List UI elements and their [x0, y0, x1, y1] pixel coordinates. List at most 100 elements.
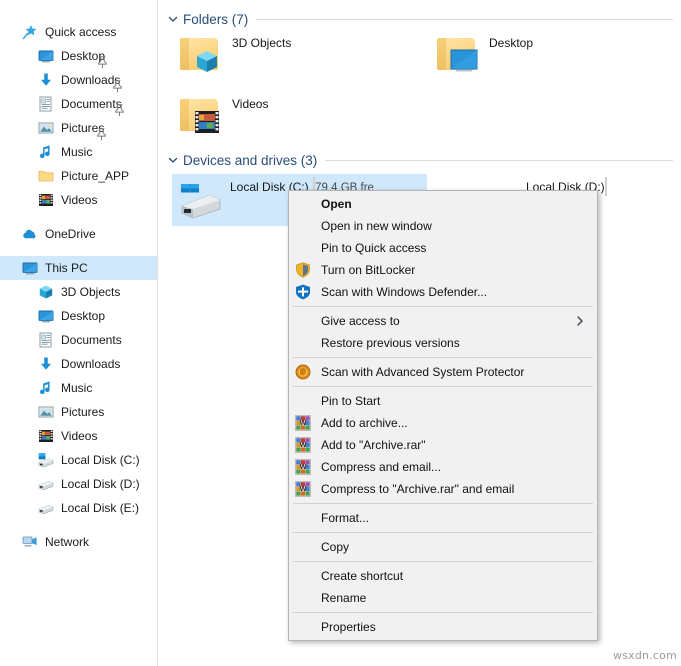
sidebar-item-3d-objects[interactable]: 3D Objects [0, 280, 157, 304]
menu-item-scan-with-windows-defender[interactable]: Scan with Windows Defender... [289, 281, 597, 303]
watermark-text: wsxdn.com [613, 649, 677, 662]
winrar-icon: W [295, 459, 311, 475]
sidebar-item-label: Documents [61, 333, 122, 347]
folders-group-title: Folders (7) [183, 11, 249, 27]
sidebar-item-label: Videos [61, 193, 98, 207]
menu-separator [293, 306, 593, 307]
menu-item-create-shortcut[interactable]: Create shortcut [289, 565, 597, 587]
blank-icon [295, 619, 311, 635]
menu-item-add-to-archiverar[interactable]: W Add to "Archive.rar" [289, 434, 597, 456]
sidebar-item-label: Documents [61, 97, 122, 111]
sidebar-item-onedrive[interactable]: OneDrive [0, 222, 157, 246]
menu-item-label: Pin to Start [321, 394, 381, 408]
menu-item-give-access-to[interactable]: Give access to [289, 310, 597, 332]
drives-group-title: Devices and drives (3) [183, 152, 318, 168]
menu-item-open-in-new-window[interactable]: Open in new window [289, 215, 597, 237]
sidebar-item-label: Local Disk (D:) [61, 477, 140, 491]
sidebar-item-label: Quick access [45, 25, 117, 39]
menu-item-label: Open in new window [321, 219, 432, 233]
menu-item-label: Give access to [321, 314, 400, 328]
menu-item-pin-to-quick-access[interactable]: Pin to Quick access [289, 237, 597, 259]
sidebar-item-label: 3D Objects [61, 285, 121, 299]
film-icon [38, 428, 54, 444]
menu-item-format[interactable]: Format... [289, 507, 597, 529]
menu-item-compress-to-archiverar-and-email[interactable]: W Compress to "Archive.rar" and email [289, 478, 597, 500]
sidebar-item-music[interactable]: Music [0, 376, 157, 400]
sidebar-item-pictures[interactable]: Pictures [0, 400, 157, 424]
defender-shield-icon [295, 284, 311, 300]
document-icon [38, 96, 54, 112]
blank-icon [295, 313, 311, 329]
svg-text:W: W [300, 464, 307, 471]
menu-separator [293, 612, 593, 613]
cloud-icon [22, 226, 38, 242]
menu-item-label: Scan with Windows Defender... [321, 285, 488, 299]
chevron-down-icon[interactable] [166, 12, 180, 26]
menu-item-turn-on-bitlocker[interactable]: Turn on BitLocker [289, 259, 597, 281]
blank-icon [295, 196, 311, 212]
svg-text:W: W [300, 442, 307, 449]
sidebar-item-desktop[interactable]: Desktop [0, 44, 157, 68]
menu-item-scan-with-advanced-system-protector[interactable]: Scan with Advanced System Protector [289, 361, 597, 383]
folder-icon [38, 168, 54, 184]
sidebar-item-local-disk-d[interactable]: Local Disk (D:) [0, 472, 157, 496]
document-icon [38, 332, 54, 348]
monitor-icon [22, 260, 38, 276]
menu-item-properties[interactable]: Properties [289, 616, 597, 638]
menu-item-restore-previous-versions[interactable]: Restore previous versions [289, 332, 597, 354]
menu-separator [293, 561, 593, 562]
menu-item-copy[interactable]: Copy [289, 536, 597, 558]
folders-group-header[interactable]: Folders (7) [166, 10, 673, 28]
sidebar-item-label: OneDrive [45, 227, 96, 241]
sidebar-item-desktop[interactable]: Desktop [0, 304, 157, 328]
menu-item-label: Properties [321, 620, 376, 634]
sidebar-item-label: Music [61, 381, 93, 395]
folder-3d-objects-icon [176, 32, 224, 80]
sidebar-item-documents[interactable]: Documents [0, 328, 157, 352]
sidebar-item-pictures[interactable]: Pictures [0, 116, 157, 140]
blank-icon [295, 218, 311, 234]
menu-item-open[interactable]: Open [289, 193, 597, 215]
sidebar-item-videos[interactable]: Videos [0, 188, 157, 212]
pin-icon[interactable] [112, 79, 123, 92]
sidebar-item-this-pc[interactable]: This PC [0, 256, 157, 280]
pin-icon[interactable] [114, 103, 125, 116]
sidebar-item-downloads[interactable]: Downloads [0, 68, 157, 92]
sidebar-item-videos[interactable]: Videos [0, 424, 157, 448]
drive-context-menu[interactable]: Open Open in new window Pin to Quick acces… [288, 190, 598, 641]
menu-item-add-to-archive[interactable]: W Add to archive... [289, 412, 597, 434]
sidebar-item-label: This PC [45, 261, 88, 275]
menu-item-label: Scan with Advanced System Protector [321, 365, 525, 379]
sidebar-item-downloads[interactable]: Downloads [0, 352, 157, 376]
menu-separator [293, 532, 593, 533]
sidebar-item-quick-access[interactable]: Quick access [0, 20, 157, 44]
blank-icon [295, 539, 311, 555]
menu-item-pin-to-start[interactable]: Pin to Start [289, 390, 597, 412]
sidebar-item-network[interactable]: Network [0, 530, 157, 554]
windows-drive-icon [176, 176, 224, 224]
sidebar-item-picture-app[interactable]: Picture_APP [0, 164, 157, 188]
pin-icon[interactable] [96, 127, 107, 140]
chevron-down-icon[interactable] [166, 153, 180, 167]
windows-drive-icon [38, 452, 54, 468]
menu-item-label: Compress and email... [321, 460, 442, 474]
pin-icon[interactable] [97, 55, 108, 68]
folder-tile-desktop[interactable]: Desktop [433, 32, 533, 82]
folder-tile-videos[interactable]: Videos [176, 93, 268, 143]
sidebar-item-local-disk-c[interactable]: Local Disk (C:) [0, 448, 157, 472]
menu-item-rename[interactable]: Rename [289, 587, 597, 609]
sidebar-item-music[interactable]: Music [0, 140, 157, 164]
sidebar-item-documents[interactable]: Documents [0, 92, 157, 116]
menu-item-label: Restore previous versions [321, 336, 460, 350]
sidebar-item-label: Videos [61, 429, 98, 443]
menu-item-compress-and-email[interactable]: W Compress and email... [289, 456, 597, 478]
drives-group-header[interactable]: Devices and drives (3) [166, 151, 673, 169]
group-divider-line [256, 18, 673, 20]
folder-label: Videos [232, 97, 269, 111]
svg-text:W: W [300, 420, 307, 427]
sidebar-item-local-disk-e[interactable]: Local Disk (E:) [0, 496, 157, 520]
navigation-sidebar[interactable]: Quick access Desktop Downloads Documents Pic… [0, 0, 158, 666]
download-arrow-icon [38, 72, 54, 88]
folder-tile-3d-objects[interactable]: 3D Objects [176, 32, 291, 82]
menu-item-label: Copy [321, 540, 350, 554]
